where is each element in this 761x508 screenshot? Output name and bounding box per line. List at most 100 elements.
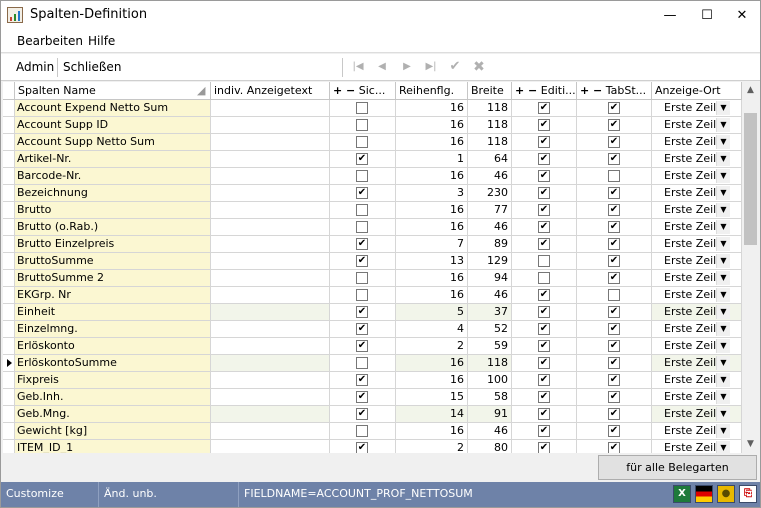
- sichtbar-checkbox[interactable]: [356, 204, 368, 216]
- tabstop-checkbox[interactable]: ✔: [608, 255, 620, 267]
- print-icon[interactable]: ⎘: [739, 485, 757, 503]
- cell-breite[interactable]: 89: [468, 236, 512, 253]
- cell-breite[interactable]: 46: [468, 219, 512, 236]
- row-indicator[interactable]: [3, 372, 15, 389]
- cell-tabstop[interactable]: ✔: [577, 151, 652, 168]
- cell-sichtbar[interactable]: [330, 355, 396, 372]
- cell-editierbar[interactable]: ✔: [512, 338, 577, 355]
- vertical-scrollbar[interactable]: ▲ ▼: [742, 82, 759, 453]
- cell-anzeige-ort[interactable]: Erste Zeile ▼: [652, 338, 742, 355]
- tabstop-checkbox[interactable]: ✔: [608, 187, 620, 199]
- next-record-icon[interactable]: ▶: [398, 59, 416, 75]
- cell-spalten-name[interactable]: BruttoSumme: [15, 253, 211, 270]
- editierbar-checkbox[interactable]: ✔: [538, 289, 550, 301]
- cell-tabstop[interactable]: ✔: [577, 236, 652, 253]
- scroll-thumb[interactable]: [744, 113, 757, 245]
- row-indicator[interactable]: [3, 440, 15, 453]
- cell-breite[interactable]: 59: [468, 338, 512, 355]
- cell-sichtbar[interactable]: ✔: [330, 185, 396, 202]
- cell-anzeige-ort[interactable]: Erste Zeile ▼: [652, 372, 742, 389]
- german-flag-icon[interactable]: [695, 485, 713, 503]
- editierbar-checkbox[interactable]: ✔: [538, 102, 550, 114]
- tabstop-checkbox[interactable]: ✔: [608, 323, 620, 335]
- cell-spalten-name[interactable]: Erlöskonto: [15, 338, 211, 355]
- row-indicator[interactable]: [3, 151, 15, 168]
- cell-tabstop[interactable]: [577, 287, 652, 304]
- cell-spalten-name[interactable]: Brutto Einzelpreis: [15, 236, 211, 253]
- cell-sichtbar[interactable]: ✔: [330, 372, 396, 389]
- excel-icon[interactable]: X: [673, 485, 691, 503]
- row-indicator[interactable]: [3, 287, 15, 304]
- header-anzeige-ort[interactable]: Anzeige-Ort: [652, 82, 742, 100]
- cell-sichtbar[interactable]: ✔: [330, 253, 396, 270]
- cell-breite[interactable]: 80: [468, 440, 512, 453]
- row-indicator[interactable]: [3, 236, 15, 253]
- chevron-down-icon[interactable]: ▼: [716, 288, 730, 302]
- tabstop-checkbox[interactable]: ✔: [608, 153, 620, 165]
- cell-editierbar[interactable]: ✔: [512, 236, 577, 253]
- editierbar-checkbox[interactable]: ✔: [538, 374, 550, 386]
- table-row[interactable]: BruttoSumme 2 16 94 ✔ Erste Zeile ▼: [3, 270, 742, 287]
- cell-indiv-anzeigetext[interactable]: [211, 355, 330, 372]
- table-row[interactable]: Geb.Inh. ✔ 15 58 ✔ ✔ Erste Zeile ▼: [3, 389, 742, 406]
- cell-indiv-anzeigetext[interactable]: [211, 151, 330, 168]
- cell-sichtbar[interactable]: ✔: [330, 151, 396, 168]
- cell-indiv-anzeigetext[interactable]: [211, 134, 330, 151]
- row-indicator[interactable]: [3, 185, 15, 202]
- table-row[interactable]: ErlöskontoSumme 16 118 ✔ ✔ Erste Zeile ▼: [3, 355, 742, 372]
- tabstop-checkbox[interactable]: ✔: [608, 204, 620, 216]
- sichtbar-checkbox[interactable]: ✔: [356, 442, 368, 453]
- cell-tabstop[interactable]: ✔: [577, 440, 652, 453]
- editierbar-checkbox[interactable]: ✔: [538, 204, 550, 216]
- row-indicator[interactable]: [3, 423, 15, 440]
- cell-tabstop[interactable]: ✔: [577, 355, 652, 372]
- chevron-down-icon[interactable]: ▼: [716, 203, 730, 217]
- cell-breite[interactable]: 52: [468, 321, 512, 338]
- cell-reihenfolge[interactable]: 1: [396, 151, 468, 168]
- cell-tabstop[interactable]: ✔: [577, 372, 652, 389]
- tabstop-checkbox[interactable]: ✔: [608, 340, 620, 352]
- table-row[interactable]: Einheit ✔ 5 37 ✔ ✔ Erste Zeile ▼: [3, 304, 742, 321]
- sichtbar-checkbox[interactable]: ✔: [356, 391, 368, 403]
- table-row[interactable]: Gewicht [kg] 16 46 ✔ ✔ Erste Zeile ▼: [3, 423, 742, 440]
- tabstop-checkbox[interactable]: ✔: [608, 102, 620, 114]
- sichtbar-checkbox[interactable]: ✔: [356, 306, 368, 318]
- cell-tabstop[interactable]: ✔: [577, 423, 652, 440]
- table-row[interactable]: Account Supp Netto Sum 16 118 ✔ ✔ Erste Zeile…: [3, 134, 742, 151]
- cell-reihenfolge[interactable]: 14: [396, 406, 468, 423]
- chevron-down-icon[interactable]: ▼: [716, 322, 730, 336]
- cell-anzeige-ort[interactable]: Erste Zeile ▼: [652, 440, 742, 453]
- cell-indiv-anzeigetext[interactable]: [211, 321, 330, 338]
- scroll-down-icon[interactable]: ▼: [742, 436, 759, 453]
- chevron-down-icon[interactable]: ▼: [716, 356, 730, 370]
- editierbar-checkbox[interactable]: ✔: [538, 306, 550, 318]
- cell-reihenfolge[interactable]: 15: [396, 389, 468, 406]
- sichtbar-checkbox[interactable]: ✔: [356, 340, 368, 352]
- menu-bearbeiten[interactable]: Bearbeiten: [17, 34, 83, 48]
- chevron-down-icon[interactable]: ▼: [716, 135, 730, 149]
- sichtbar-checkbox[interactable]: [356, 425, 368, 437]
- row-indicator[interactable]: [3, 100, 15, 117]
- cell-editierbar[interactable]: ✔: [512, 219, 577, 236]
- cell-spalten-name[interactable]: Geb.Inh.: [15, 389, 211, 406]
- cell-anzeige-ort[interactable]: Erste Zeile ▼: [652, 287, 742, 304]
- cell-indiv-anzeigetext[interactable]: [211, 304, 330, 321]
- cell-breite[interactable]: 64: [468, 151, 512, 168]
- editierbar-checkbox[interactable]: ✔: [538, 119, 550, 131]
- chevron-down-icon[interactable]: ▼: [716, 305, 730, 319]
- plus-minus-icon[interactable]: + −: [333, 84, 355, 97]
- chevron-down-icon[interactable]: ▼: [716, 169, 730, 183]
- cell-spalten-name[interactable]: Geb.Mng.: [15, 406, 211, 423]
- apply-all-belegarten-button[interactable]: für alle Belegarten übernehmen: [598, 455, 757, 497]
- cell-sichtbar[interactable]: [330, 270, 396, 287]
- table-row[interactable]: Brutto 16 77 ✔ ✔ Erste Zeile ▼: [3, 202, 742, 219]
- cell-sichtbar[interactable]: [330, 202, 396, 219]
- cell-reihenfolge[interactable]: 16: [396, 423, 468, 440]
- row-indicator[interactable]: [3, 168, 15, 185]
- cell-indiv-anzeigetext[interactable]: [211, 236, 330, 253]
- tabstop-checkbox[interactable]: [608, 170, 620, 182]
- cell-breite[interactable]: 46: [468, 423, 512, 440]
- cell-anzeige-ort[interactable]: Erste Zeile ▼: [652, 117, 742, 134]
- sichtbar-checkbox[interactable]: ✔: [356, 153, 368, 165]
- cell-editierbar[interactable]: ✔: [512, 287, 577, 304]
